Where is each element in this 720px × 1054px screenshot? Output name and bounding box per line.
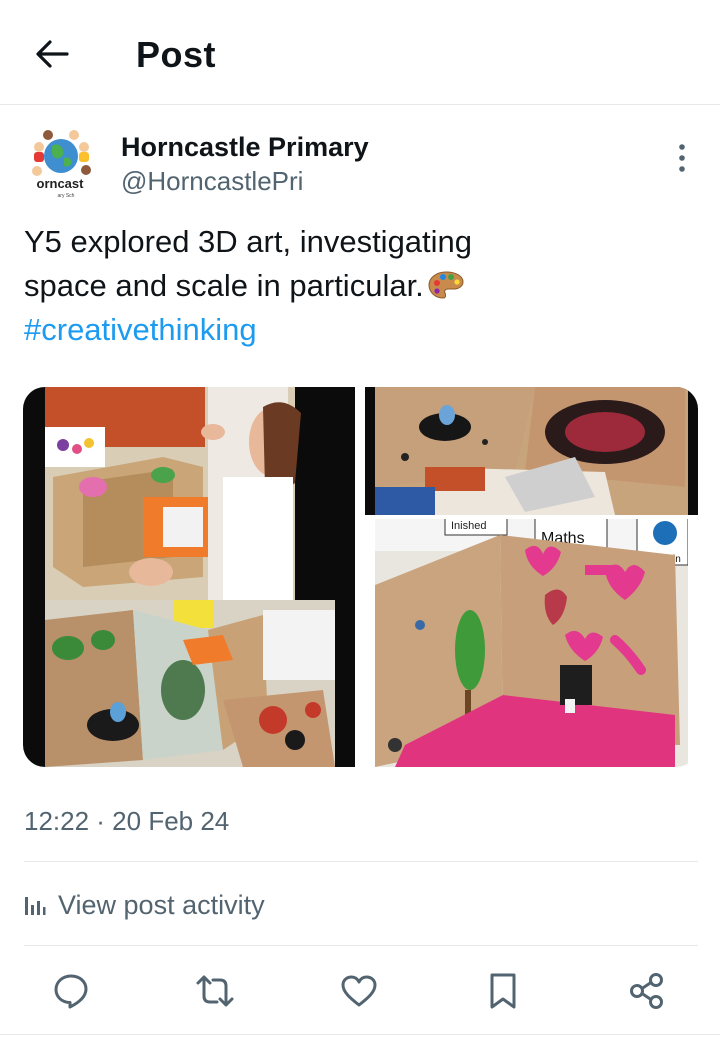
reply-icon [54,974,88,1009]
arrow-left-icon [36,40,69,68]
media-gutter-horizontal [365,515,698,519]
post-text-line: Y5 explored 3D art, investigating [24,224,473,259]
post-text-line-body: space and scale in particular. [24,268,424,303]
svg-text:ary Sch: ary Sch [58,193,75,199]
photo-diorama-corner [23,600,355,767]
top-bar: Post [0,0,720,105]
photo-child-painting [23,387,355,600]
divider-bottom [24,945,698,946]
post-text: Y5 explored 3D art, investigating space … [24,220,664,352]
bookmark-button[interactable] [481,969,525,1013]
back-button[interactable] [30,32,74,76]
bookmark-icon [490,973,516,1009]
view-post-activity-label: View post activity [58,889,265,920]
view-post-activity[interactable]: View post activity [24,885,265,925]
action-bar [0,963,720,1019]
media-gutter-vertical [355,387,365,767]
hashtag-link[interactable]: #creativethinking [24,308,664,352]
photo-2[interactable] [23,600,355,767]
share-button[interactable] [625,969,669,1013]
repost-button[interactable] [193,969,237,1013]
reply-button[interactable] [49,969,93,1013]
author-name[interactable]: Horncastle Primary [121,131,369,163]
page-title: Post [136,34,217,75]
repost-icon [196,975,234,1007]
school-logo-icon: orncast ary Sch [22,126,98,202]
share-icon [630,973,663,1009]
artist-palette-icon [428,271,464,299]
analytics-icon [25,897,46,915]
photo-4[interactable]: Inished Maths Lunchtin [375,515,688,767]
photo-pink-box: Inished Maths Lunchtin [375,515,688,767]
bottom-divider [0,1034,720,1035]
photo-diorama-top [365,387,698,515]
author-handle[interactable]: @HorncastlePri [121,166,303,196]
svg-text:orncast: orncast [37,176,85,191]
like-icon [341,975,377,1007]
photo-1[interactable] [23,387,355,600]
photo-3[interactable] [365,387,698,515]
post-text-line-2: space and scale in particular. [24,264,664,308]
avatar[interactable]: orncast ary Sch [22,126,98,202]
post-timestamp[interactable]: 12:22 · 20 Feb 24 [24,804,229,838]
divider-top [24,861,698,862]
like-button[interactable] [337,969,381,1013]
more-options-button[interactable] [664,138,700,178]
svg-text:Inished: Inished [451,520,486,532]
post-media-grid[interactable]: Inished Maths Lunchtin [23,387,698,767]
more-vertical-icon [679,144,685,172]
